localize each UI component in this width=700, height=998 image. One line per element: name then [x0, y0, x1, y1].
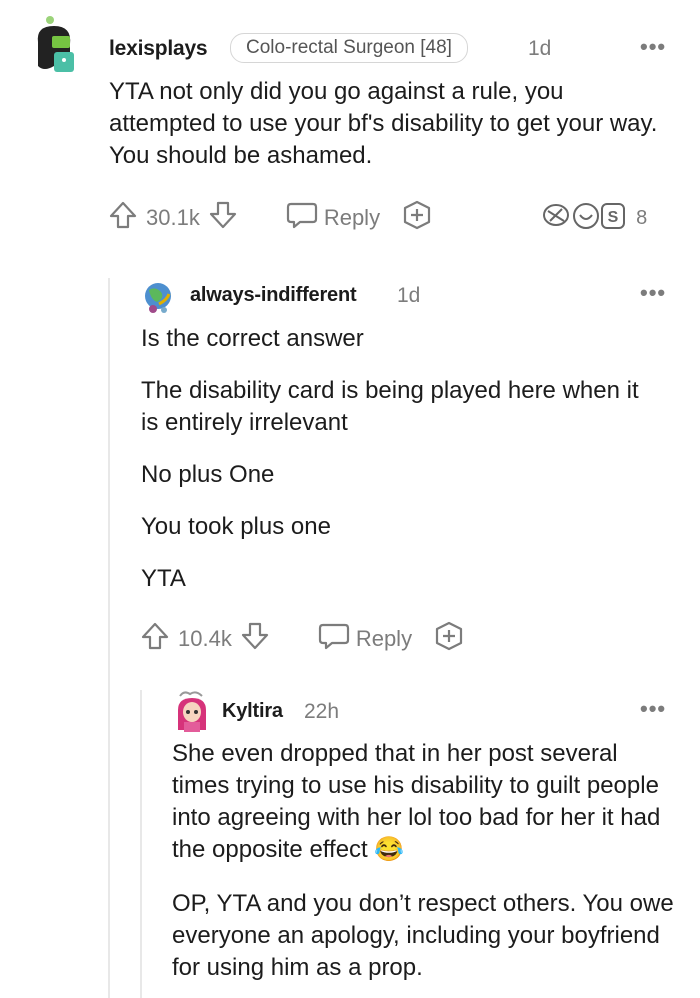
reply-button[interactable]: Reply: [318, 621, 412, 657]
more-options-icon[interactable]: •••: [640, 282, 666, 304]
comment-paragraph: She even dropped that in her post severa…: [172, 738, 677, 866]
comment-body: Is the correct answer The disability car…: [141, 323, 661, 595]
more-options-icon[interactable]: •••: [640, 36, 666, 58]
speech-bubble-icon: [318, 621, 350, 657]
upvote-icon[interactable]: [140, 621, 170, 657]
reply-button[interactable]: Reply: [286, 200, 380, 236]
vote-count: 10.4k: [178, 626, 232, 651]
more-options-icon[interactable]: •••: [640, 698, 666, 720]
comment-actions: 10.4k Reply: [140, 621, 660, 657]
svg-text:S: S: [608, 209, 619, 226]
comment-paragraph: Is the correct answer: [141, 325, 364, 352]
downvote-icon[interactable]: [208, 200, 238, 236]
comment-text: She even dropped that in her post severa…: [172, 740, 661, 863]
upvote-icon[interactable]: [108, 200, 138, 236]
comment-timestamp: 1d: [528, 37, 552, 60]
comment-actions: 30.1k Reply S 8: [108, 199, 668, 237]
avatar-kyltira[interactable]: [172, 690, 212, 734]
comment-paragraph: YTA not only did you go against a rule, …: [109, 78, 658, 169]
comment-timestamp: 1d: [397, 284, 421, 307]
award-plus-icon[interactable]: [434, 621, 464, 657]
tears-of-joy-emoji-icon: 😂: [374, 836, 405, 863]
comment-paragraph: YTA: [141, 565, 186, 592]
avatar-lexisplays[interactable]: [30, 14, 86, 74]
speech-bubble-icon: [286, 200, 318, 236]
avatar-always-indifferent[interactable]: [141, 278, 175, 316]
award-plus-icon[interactable]: [402, 200, 432, 236]
comment-body: YTA not only did you go against a rule, …: [109, 76, 669, 172]
thread-line[interactable]: [108, 278, 110, 998]
awards-count: 8: [636, 206, 648, 229]
comment-username[interactable]: always-indifferent: [190, 284, 357, 307]
comment-username[interactable]: Kyltira: [222, 700, 283, 723]
downvote-icon[interactable]: [240, 621, 270, 657]
awards-icon[interactable]: S: [540, 199, 630, 237]
user-flair: Colo-rectal Surgeon [48]: [230, 33, 468, 63]
comment-paragraph: No plus One: [141, 461, 275, 488]
reply-label: Reply: [355, 626, 413, 651]
comment-paragraph: The disability card is being played here…: [141, 377, 639, 436]
vote-count: 30.1k: [146, 205, 200, 230]
comment-body: She even dropped that in her post severa…: [172, 738, 677, 984]
reply-label: Reply: [323, 205, 381, 230]
thread-line[interactable]: [140, 690, 142, 998]
comment-username[interactable]: lexisplays: [109, 37, 208, 61]
comment-paragraph: You took plus one: [141, 513, 331, 540]
comment-paragraph: OP, YTA and you don’t respect others. Yo…: [172, 890, 674, 981]
comment-timestamp: 22h: [304, 700, 340, 723]
